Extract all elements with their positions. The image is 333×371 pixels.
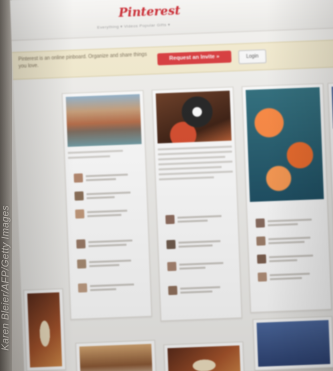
pin-card[interactable] xyxy=(252,315,333,371)
comment-row xyxy=(255,216,322,231)
banner-message: Pinterest is an online pinboard. Organiz… xyxy=(18,51,148,70)
avatar xyxy=(75,209,85,219)
comment-text xyxy=(269,277,302,281)
comment-row xyxy=(77,281,144,296)
pin-caption xyxy=(158,166,222,171)
invite-banner: Pinterest is an online pinboard. Organiz… xyxy=(11,39,333,80)
comment-text xyxy=(88,243,127,248)
avatar xyxy=(257,272,267,282)
comment-row xyxy=(166,238,232,253)
avatar xyxy=(165,214,175,225)
comment-row xyxy=(74,189,140,204)
pin-card[interactable] xyxy=(241,83,333,314)
comment-text xyxy=(268,240,305,245)
comment-row xyxy=(73,171,140,186)
comment-text xyxy=(180,290,213,294)
avatar xyxy=(76,239,86,249)
pin-caption xyxy=(68,155,111,159)
pin-card[interactable] xyxy=(163,341,245,371)
comment-text xyxy=(90,283,135,288)
avatar xyxy=(256,236,266,246)
comment-text xyxy=(85,173,128,178)
pin-card[interactable] xyxy=(23,288,67,371)
avatar xyxy=(73,173,84,183)
comment-text xyxy=(180,286,221,290)
pin-caption xyxy=(67,149,123,154)
comment-text xyxy=(177,219,208,223)
comment-text xyxy=(269,254,314,259)
comment-row xyxy=(76,237,142,252)
comment-text xyxy=(89,259,132,264)
avatar xyxy=(77,259,87,269)
food-plate-image[interactable] xyxy=(27,292,63,368)
pin-caption xyxy=(157,150,233,156)
comment-row xyxy=(77,257,143,272)
comment-row xyxy=(75,207,141,222)
comment-row xyxy=(256,252,323,267)
comment-text xyxy=(177,215,222,219)
pin-caption xyxy=(158,160,233,166)
avatar xyxy=(255,218,265,228)
login-button[interactable]: Login xyxy=(238,49,267,65)
avatar xyxy=(168,285,178,296)
pin-caption xyxy=(158,176,214,181)
city-image[interactable] xyxy=(256,320,331,367)
comment-text xyxy=(90,288,117,292)
photo: Pinterest Everything ▾ Videos Popular Gi… xyxy=(0,0,333,371)
header-bar: Pinterest Everything ▾ Videos Popular Gi… xyxy=(10,0,333,41)
comment-text xyxy=(87,213,122,218)
comment-text xyxy=(269,259,298,263)
avatar xyxy=(74,191,84,201)
pin-card[interactable] xyxy=(151,86,243,322)
photo-credit-text: Karen Bleier/AFP/Getty Images xyxy=(0,205,12,351)
comment-text xyxy=(88,239,133,244)
avatar xyxy=(77,283,88,293)
comment-text xyxy=(178,244,213,248)
category-nav[interactable]: Everything ▾ Videos Popular Gifts ▾ xyxy=(97,22,170,30)
avatar xyxy=(166,239,176,250)
comment-text xyxy=(269,272,310,277)
pin-card[interactable] xyxy=(75,339,157,371)
pinterest-logo[interactable]: Pinterest xyxy=(118,3,180,19)
pin-caption xyxy=(157,145,232,151)
avatar xyxy=(256,254,267,264)
comment-text xyxy=(86,196,115,200)
pin-card[interactable] xyxy=(61,89,153,320)
comment-text xyxy=(268,236,311,241)
comment-text xyxy=(267,218,312,223)
comment-row xyxy=(257,270,324,285)
pin-caption xyxy=(158,155,226,161)
orange-fish-image[interactable] xyxy=(245,87,324,202)
comment-text xyxy=(85,178,116,182)
comment-text xyxy=(87,209,128,214)
comment-row xyxy=(256,234,322,249)
comment-row xyxy=(165,213,231,228)
photo-credit: Karen Bleier/AFP/Getty Images xyxy=(0,185,12,371)
pin-caption xyxy=(158,170,233,176)
comment-text xyxy=(267,223,298,227)
comment-text xyxy=(179,262,224,266)
comment-text xyxy=(179,266,206,270)
pinterest-screen: Pinterest Everything ▾ Videos Popular Gi… xyxy=(10,0,333,371)
comment-row xyxy=(167,260,233,275)
venice-canal-image[interactable] xyxy=(65,94,142,147)
comment-text xyxy=(178,240,221,244)
comment-text xyxy=(89,264,120,268)
black-cat-image[interactable] xyxy=(155,90,232,144)
dessert-image[interactable] xyxy=(79,343,153,371)
comment-text xyxy=(86,191,131,196)
comment-row xyxy=(168,284,234,299)
request-invite-button[interactable]: Request an Invite » xyxy=(157,50,232,66)
pizza-image[interactable] xyxy=(167,345,241,371)
avatar xyxy=(167,261,177,272)
